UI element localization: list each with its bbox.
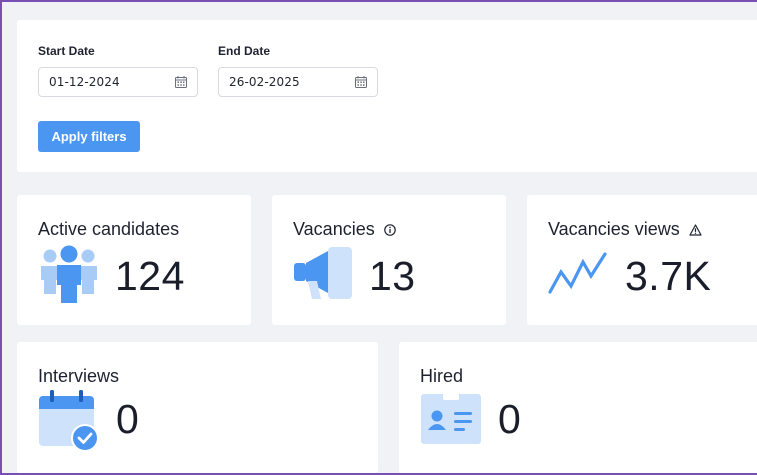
vacancies-value: 13 (369, 253, 416, 299)
interviews-card[interactable]: Interviews 0 (17, 342, 378, 473)
hired-label: Hired (420, 366, 464, 386)
active-candidates-value: 124 (115, 253, 185, 299)
hired-card[interactable]: Hired 0 (399, 342, 757, 473)
filter-panel: Start Date 01-12-2024 End Date 26-02-202… (17, 20, 757, 172)
interviews-label: Interviews (38, 366, 120, 386)
vacancies-title: Vacancies (293, 219, 396, 240)
start-date-value: 01-12-2024 (49, 75, 120, 89)
vacancies-label: Vacancies (293, 219, 375, 239)
warning-icon[interactable] (689, 223, 702, 236)
end-date-value: 26-02-2025 (229, 75, 300, 89)
vacancies-views-label: Vacancies views (548, 219, 680, 239)
trend-line-icon (548, 252, 607, 294)
people-icon (41, 245, 97, 303)
vacancies-views-card[interactable]: Vacancies views 3.7K (527, 195, 757, 325)
hired-value: 0 (498, 396, 522, 442)
megaphone-icon (294, 247, 352, 299)
end-date-label: End Date (218, 44, 271, 58)
apply-filters-button[interactable]: Apply filters (38, 121, 140, 152)
end-date-input[interactable]: 26-02-2025 (218, 67, 378, 97)
active-candidates-title: Active candidates (38, 219, 179, 240)
calendar-icon[interactable] (175, 76, 187, 88)
vacancies-views-value: 3.7K (625, 253, 712, 299)
hired-title: Hired (420, 366, 463, 387)
calendar-icon[interactable] (355, 76, 367, 88)
active-candidates-label: Active candidates (38, 219, 180, 239)
interviews-title: Interviews (38, 366, 119, 387)
calendar-check-icon (39, 390, 99, 452)
active-candidates-card[interactable]: Active candidates 124 (17, 195, 251, 325)
start-date-label: Start Date (38, 44, 95, 58)
info-icon[interactable] (383, 223, 396, 236)
vacancies-views-title: Vacancies views (548, 219, 702, 240)
start-date-input[interactable]: 01-12-2024 (38, 67, 198, 97)
vacancies-card[interactable]: Vacancies 13 (272, 195, 506, 325)
id-card-icon (421, 394, 481, 444)
interviews-value: 0 (116, 396, 140, 442)
